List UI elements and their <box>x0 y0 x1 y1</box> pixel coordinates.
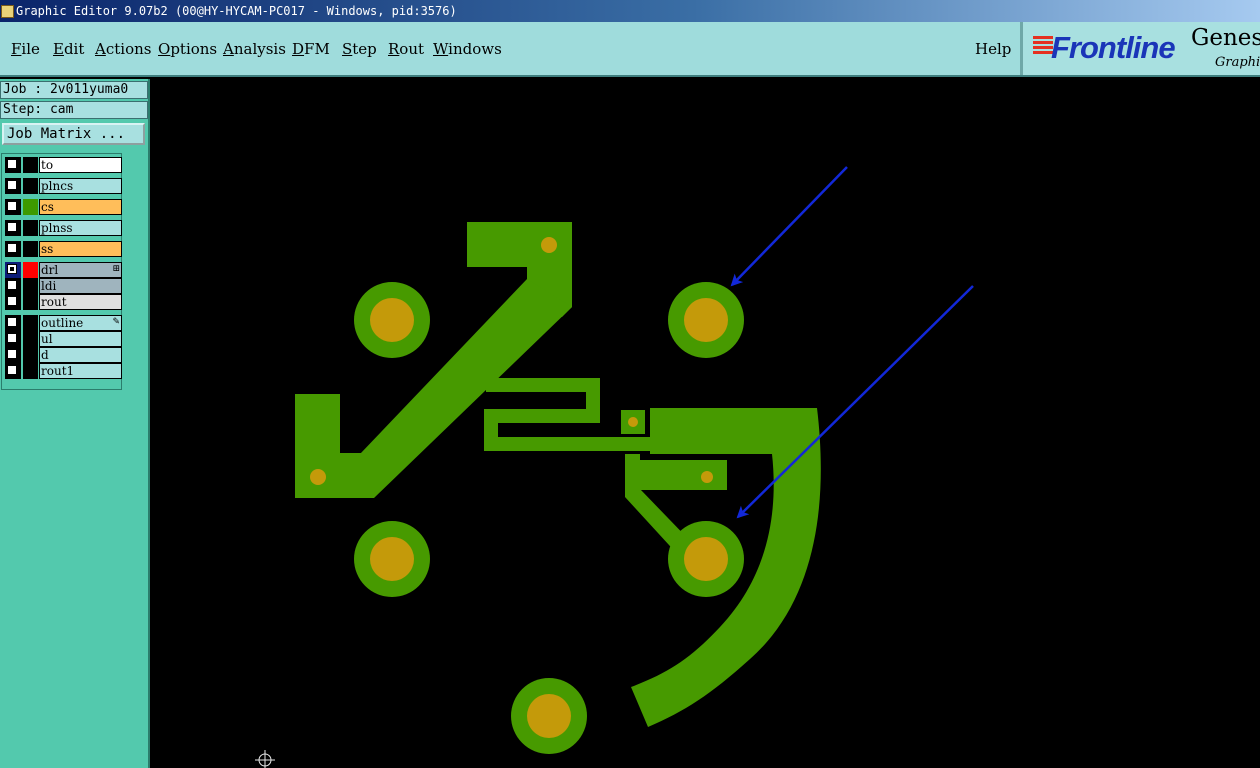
layer-checkbox[interactable] <box>7 222 17 232</box>
drill-hole <box>527 694 571 738</box>
window-title: Graphic Editor 9.07b2 (00@HY-HYCAM-PC017… <box>16 4 457 18</box>
layer-name[interactable]: to <box>39 157 122 173</box>
drill-hole <box>684 298 728 342</box>
layer-row-outline[interactable]: outline ✎ <box>5 315 122 331</box>
layer-color-swatch[interactable] <box>23 278 38 294</box>
layer-name[interactable]: drl <box>39 262 122 278</box>
drill-hole <box>370 537 414 581</box>
layer-checkbox[interactable] <box>7 333 17 343</box>
menu-analysis[interactable]: Analysis <box>223 40 286 58</box>
job-label: Job : 2v011yuma0 <box>0 81 148 99</box>
app-icon <box>1 5 14 18</box>
annotation-arrows <box>730 166 974 519</box>
layer-color-swatch[interactable] <box>23 363 38 379</box>
menu-actions[interactable]: Actions <box>95 40 151 58</box>
layer-color-swatch[interactable] <box>23 294 38 310</box>
layer-row-plncs[interactable]: plncs <box>5 178 122 194</box>
layer-color-swatch[interactable] <box>23 347 38 363</box>
layer-color-swatch[interactable] <box>23 241 38 257</box>
layer-checkbox[interactable] <box>7 280 17 290</box>
menu-dfm[interactable]: DFM <box>292 40 330 58</box>
layer-name[interactable]: rout1 <box>39 363 122 379</box>
graphic-canvas[interactable] <box>150 79 1260 768</box>
title-bar: Graphic Editor 9.07b2 (00@HY-HYCAM-PC017… <box>0 0 1260 22</box>
menu-rout[interactable]: Rout <box>388 40 424 58</box>
layer-name[interactable]: plnss <box>39 220 122 236</box>
logo-brand: Frontline <box>1051 30 1176 65</box>
layer-name[interactable]: d <box>39 347 122 363</box>
layer-row-plnss[interactable]: plnss <box>5 220 122 236</box>
layer-row-ul[interactable]: ul <box>5 331 122 347</box>
menu-file[interactable]: File <box>11 40 40 58</box>
via-hole <box>541 237 557 253</box>
layer-checkbox[interactable] <box>7 365 17 375</box>
layer-name[interactable]: ss <box>39 241 122 257</box>
layer-row-cs[interactable]: cs <box>5 199 122 215</box>
annotation-arrow <box>730 166 848 287</box>
crosshair-cursor-icon <box>255 750 275 768</box>
layer-checkbox[interactable] <box>7 243 17 253</box>
via-hole <box>701 471 713 483</box>
layer-color-swatch[interactable] <box>23 220 38 236</box>
drill-hole <box>370 298 414 342</box>
layer-row-d[interactable]: d <box>5 347 122 363</box>
layer-checkbox[interactable] <box>7 317 17 327</box>
menu-help[interactable]: Help <box>975 40 1011 58</box>
layer-list: to plncs cs plnss ss drl ⊞ ldi rout outline ✎ ul d ro… <box>1 153 122 390</box>
menu-edit[interactable]: Edit <box>53 40 84 58</box>
layer-checkbox[interactable] <box>7 201 17 211</box>
layer-color-swatch[interactable] <box>23 199 38 215</box>
trace <box>637 460 727 490</box>
menu-windows[interactable]: Windows <box>433 40 502 58</box>
logo-subtitle: Graphic <box>1215 55 1260 70</box>
logo-speed-lines <box>1033 36 1053 58</box>
via-hole <box>628 417 638 427</box>
logo-product: Genesi <box>1191 25 1260 51</box>
layer-row-ldi[interactable]: ldi <box>5 278 122 294</box>
layer-checkbox[interactable] <box>7 180 17 190</box>
layer-row-drl[interactable]: drl ⊞ <box>5 262 122 278</box>
layer-color-swatch[interactable] <box>23 331 38 347</box>
drill-hole <box>684 537 728 581</box>
layer-checkbox[interactable] <box>7 349 17 359</box>
via-hole <box>310 469 326 485</box>
layer-name[interactable]: ldi <box>39 278 122 294</box>
menu-bar: File Edit Actions Options Analysis DFM Step Rou… <box>0 22 1260 77</box>
layer-name[interactable]: ul <box>39 331 122 347</box>
layer-row-rout[interactable]: rout <box>5 294 122 310</box>
layer-row-ss[interactable]: ss <box>5 241 122 257</box>
layer-checkbox[interactable] <box>7 296 17 306</box>
layer-row-to[interactable]: to <box>5 157 122 173</box>
layer-name[interactable]: cs <box>39 199 122 215</box>
layer-checkbox[interactable] <box>7 264 17 274</box>
menu-step[interactable]: Step <box>342 40 377 58</box>
layer-color-swatch[interactable] <box>23 178 38 194</box>
layer-sidebar: Job : 2v011yuma0 Step: cam Job Matrix ..… <box>0 79 150 768</box>
trace <box>295 394 372 498</box>
layer-color-swatch[interactable] <box>23 262 38 278</box>
frontline-logo: Frontline Genesi Graphic <box>1020 22 1260 75</box>
layer-color-swatch[interactable] <box>23 157 38 173</box>
annotation-arrow <box>736 285 974 519</box>
pcb-drawing <box>255 166 974 768</box>
layer-name[interactable]: plncs <box>39 178 122 194</box>
layer-checkbox[interactable] <box>7 159 17 169</box>
menu-options[interactable]: Options <box>158 40 217 58</box>
layer-name[interactable]: outline <box>39 315 122 331</box>
layer-color-swatch[interactable] <box>23 315 38 331</box>
copper-features <box>295 222 821 754</box>
layer-expand-icon: ⊞ <box>112 264 120 274</box>
layer-edit-icon: ✎ <box>112 317 120 327</box>
job-matrix-button[interactable]: Job Matrix ... <box>2 123 145 145</box>
step-label: Step: cam <box>0 101 148 119</box>
layer-row-rout1[interactable]: rout1 <box>5 363 122 379</box>
layer-name[interactable]: rout <box>39 294 122 310</box>
